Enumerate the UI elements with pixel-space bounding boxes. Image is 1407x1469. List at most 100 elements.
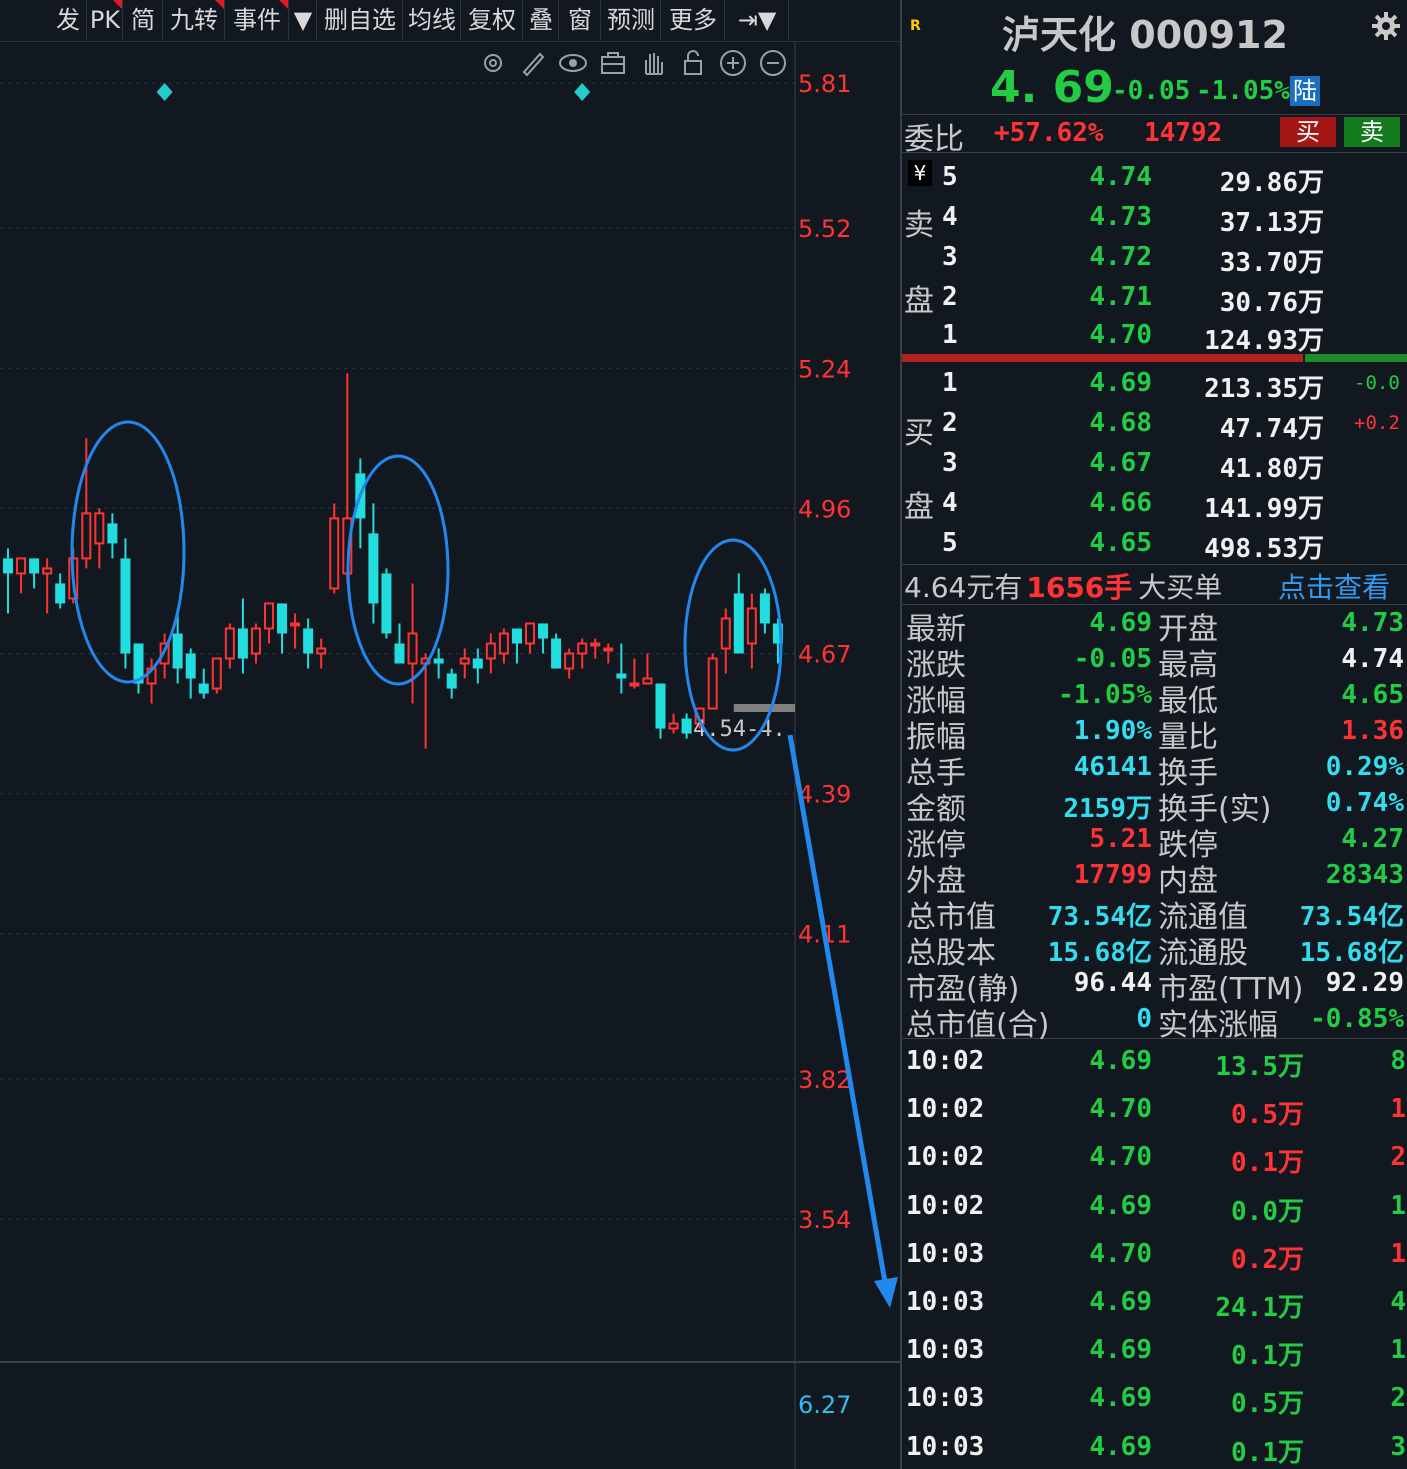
stock-name: 泸天化 <box>1002 13 1117 57</box>
stat-label: 实体涨幅 <box>1158 1008 1278 1043</box>
candle-body <box>746 607 757 645</box>
tick-price: 4.70 <box>1089 1238 1152 1269</box>
bid-volume: 47.74万 <box>1219 414 1324 444</box>
exchange-badge: 陆 <box>1290 76 1320 106</box>
candle-body <box>94 512 105 545</box>
candle-body <box>394 643 405 664</box>
candle-body <box>198 683 209 694</box>
divider <box>902 114 1407 115</box>
tick-count: 2 <box>1390 1142 1406 1173</box>
subchart-axis-label: 6.27 <box>798 1391 851 1419</box>
stat-value: 0.29% <box>1325 752 1404 782</box>
tick-price: 4.69 <box>1089 1190 1152 1221</box>
stat-value: 92.29 <box>1325 968 1404 998</box>
stat-value: 1.90% <box>1073 716 1152 746</box>
tick-count: 1 <box>1390 1238 1406 1269</box>
candle-body <box>616 673 627 679</box>
divider <box>902 152 1407 153</box>
price-axis-label: 5.81 <box>798 70 851 98</box>
bid-level: 1 <box>942 368 958 398</box>
ask-level: 4 <box>942 202 958 232</box>
candle-body <box>707 657 718 710</box>
candle-body <box>642 677 653 685</box>
tick-price: 4.69 <box>1089 1287 1152 1317</box>
candle-body <box>590 642 601 647</box>
buy-button[interactable]: 买 <box>1280 117 1336 147</box>
bid-level: 5 <box>942 528 958 558</box>
stat-value: 28343 <box>1325 860 1404 890</box>
tick-count: 2 <box>1390 1383 1406 1414</box>
tick-time: 10:03 <box>906 1287 985 1317</box>
candle-body <box>668 722 679 730</box>
market-badge: R <box>910 18 921 34</box>
stat-value: 96.44 <box>1073 968 1152 998</box>
stat-value: 4.74 <box>1341 644 1404 674</box>
annotation-arrowhead <box>874 1277 898 1308</box>
candle-body <box>498 632 509 655</box>
stat-value: 1.36 <box>1341 716 1404 746</box>
candlestick-chart[interactable]: 5.815.525.244.964.674.394.113.823.546.27… <box>0 0 900 1469</box>
candle-body <box>681 718 692 734</box>
sell-button[interactable]: 卖 <box>1344 117 1400 147</box>
ask-volume: 30.76万 <box>1219 288 1324 318</box>
current-price-label: 4.54-4. <box>693 717 786 742</box>
price-axis-label: 3.54 <box>798 1206 851 1234</box>
candle-body <box>290 622 301 627</box>
candle-body <box>81 512 92 560</box>
candle-body <box>381 573 392 634</box>
order-ratio-bar <box>902 354 1407 362</box>
tick-volume: 0.5万 <box>1231 1100 1304 1131</box>
stat-value: 15.68亿 <box>1047 938 1152 968</box>
stat-value: 17799 <box>1073 860 1152 890</box>
price-axis-label: 4.67 <box>798 641 851 669</box>
bid-level: 4 <box>942 488 958 518</box>
tick-count: 1 <box>1390 1335 1406 1366</box>
tick-time: 10:03 <box>906 1335 985 1366</box>
stock-code: 000912 <box>1129 13 1288 57</box>
candle-body <box>185 653 196 679</box>
candle-body <box>720 617 731 650</box>
tick-price: 4.70 <box>1089 1142 1152 1173</box>
bid-price: 4.68 <box>1089 408 1152 438</box>
tick-count: 1 <box>1390 1094 1406 1125</box>
bid-volume-delta: +0.2 <box>1354 412 1400 434</box>
tick-time: 10:03 <box>906 1238 985 1269</box>
tick-volume: 13.5万 <box>1215 1052 1304 1082</box>
tick-price: 4.69 <box>1089 1046 1152 1076</box>
candle-body <box>120 558 131 654</box>
candle-body <box>511 628 522 644</box>
ask-level: 1 <box>942 320 958 350</box>
candle-body <box>459 657 470 665</box>
candle-body <box>55 583 66 604</box>
big-order-price: 4.64元有 <box>904 571 1023 604</box>
event-marker-icon <box>156 83 173 101</box>
bid-volume: 498.53万 <box>1204 534 1324 564</box>
big-order-qty: 1656手 <box>1026 571 1133 604</box>
tick-time: 10:03 <box>906 1383 985 1414</box>
ask-volume: 124.93万 <box>1204 326 1324 356</box>
candle-body <box>603 647 614 652</box>
bid-price: 4.69 <box>1089 368 1152 398</box>
stock-title: 泸天化 000912 <box>1002 4 1288 59</box>
price-axis-label: 4.96 <box>798 495 851 523</box>
settings-icon[interactable] <box>1370 10 1402 42</box>
tick-volume: 0.2万 <box>1231 1244 1304 1275</box>
ask-price: 4.74 <box>1089 162 1152 192</box>
price-axis-label: 5.24 <box>798 355 851 383</box>
view-big-order-link[interactable]: 点击查看 <box>1278 566 1390 606</box>
weibi-diff: 14792 <box>1144 118 1223 148</box>
stat-value: 2159万 <box>1063 794 1152 824</box>
price-axis-label: 4.39 <box>798 781 851 809</box>
stat-value: 5.21 <box>1089 824 1152 854</box>
bid-volume: 141.99万 <box>1204 494 1324 524</box>
tick-volume: 0.1万 <box>1231 1437 1304 1468</box>
weibi-pct: +57.62% <box>994 118 1104 148</box>
candle-body <box>237 628 248 659</box>
tick-time: 10:02 <box>906 1046 985 1076</box>
tick-count: 4 <box>1390 1287 1406 1317</box>
candle-body <box>759 593 770 624</box>
stat-value: 73.54亿 <box>1047 902 1152 932</box>
kline-chart-pane[interactable]: 发 PK 简九转 事件 ▼ 删自选 均线 复权叠窗预测 更多 ⇥▼ 5.81 5.52 5.24 4.9… <box>0 0 900 1469</box>
candle-body <box>472 658 483 669</box>
bid-volume-delta: -0.0 <box>1354 372 1400 394</box>
